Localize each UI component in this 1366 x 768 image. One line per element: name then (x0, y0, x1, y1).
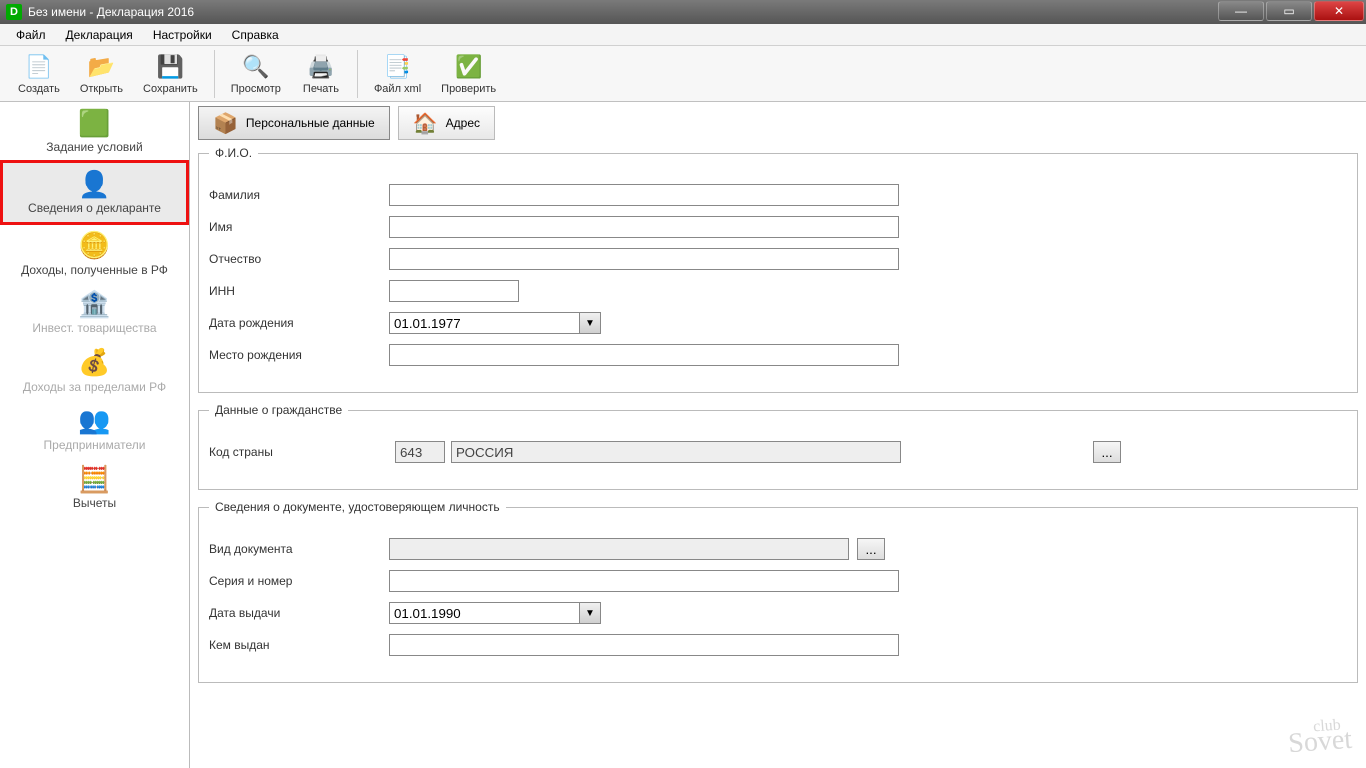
toolbar-preview[interactable]: 🔍Просмотр (221, 48, 291, 100)
window-buttons: — ▭ ✕ (1218, 0, 1366, 24)
toolbar-check[interactable]: ✅Проверить (431, 48, 506, 100)
fieldset-fio: Ф.И.О. Фамилия Имя Отчество ИНН Дата рож… (198, 146, 1358, 393)
label-doc-series: Серия и номер (209, 574, 389, 588)
maximize-button[interactable]: ▭ (1266, 1, 1312, 21)
toolbar-sep2 (357, 50, 358, 98)
input-doc-type (389, 538, 849, 560)
chevron-down-icon: ▼ (585, 318, 595, 329)
preview-icon: 🔍 (242, 53, 270, 81)
sidebar-item-income-abroad: 💰Доходы за пределами РФ (0, 342, 189, 400)
toolbar-sep (214, 50, 215, 98)
tab-personal[interactable]: 📦 Персональные данные (198, 106, 390, 140)
watermark-main: Sovet (1287, 724, 1353, 759)
label-patronymic: Отчество (209, 252, 389, 266)
minimize-button[interactable]: — (1218, 1, 1264, 21)
personal-icon: 📦 (213, 111, 238, 136)
toolbar-open[interactable]: 📂Открыть (70, 48, 133, 100)
sidebar-item-deductions[interactable]: 🧮Вычеты (0, 458, 189, 516)
coins-icon: 🪙 (77, 231, 113, 261)
check-icon: ✅ (455, 53, 483, 81)
input-birth-date[interactable] (389, 312, 579, 334)
input-country-name (451, 441, 901, 463)
close-button[interactable]: ✕ (1314, 1, 1364, 21)
abroad-icon: 💰 (77, 348, 113, 378)
input-birthplace[interactable] (389, 344, 899, 366)
workarea: 🟩Задание условий 👤Сведения о декларанте … (0, 102, 1366, 768)
input-name[interactable] (389, 216, 899, 238)
country-lookup-button[interactable]: ... (1093, 441, 1121, 463)
label-inn: ИНН (209, 284, 389, 298)
tab-personal-label: Персональные данные (246, 116, 375, 130)
print-icon: 🖨️ (307, 53, 335, 81)
conditions-icon: 🟩 (77, 108, 113, 138)
input-patronymic[interactable] (389, 248, 899, 270)
watermark: club Sovet (1287, 716, 1353, 760)
label-birthplace: Место рождения (209, 348, 389, 362)
save-icon: 💾 (156, 53, 184, 81)
sidebar: 🟩Задание условий 👤Сведения о декларанте … (0, 102, 190, 768)
toolbar-create[interactable]: 📄Создать (8, 48, 70, 100)
toolbar-print[interactable]: 🖨️Печать (291, 48, 351, 100)
label-birth: Дата рождения (209, 316, 389, 330)
xml-file-icon: 📑 (384, 53, 412, 81)
content-tabs: 📦 Персональные данные 🏠 Адрес (198, 106, 1358, 140)
label-country-code: Код страны (209, 445, 389, 459)
input-doc-issuer[interactable] (389, 634, 899, 656)
titlebar: D Без имени - Декларация 2016 — ▭ ✕ (0, 0, 1366, 24)
tab-address[interactable]: 🏠 Адрес (398, 106, 495, 140)
window-title: Без имени - Декларация 2016 (28, 5, 1218, 19)
sidebar-item-entrepreneurs: 👥Предприниматели (0, 400, 189, 458)
menu-file[interactable]: Файл (6, 26, 56, 44)
house-icon: 🏠 (413, 111, 438, 136)
doc-issue-date-dropdown[interactable]: ▼ (579, 602, 601, 624)
label-doc-type: Вид документа (209, 542, 389, 556)
app-icon: D (6, 4, 22, 20)
chevron-down-icon: ▼ (585, 608, 595, 619)
menubar: Файл Декларация Настройки Справка (0, 24, 1366, 46)
input-surname[interactable] (389, 184, 899, 206)
label-surname: Фамилия (209, 188, 389, 202)
label-doc-issue-date: Дата выдачи (209, 606, 389, 620)
sidebar-item-declarant[interactable]: 👤Сведения о декларанте (0, 160, 189, 224)
legend-fio: Ф.И.О. (209, 146, 258, 160)
legend-document: Сведения о документе, удостоверяющем лич… (209, 500, 506, 514)
fieldset-citizenship: Данные о гражданстве Код страны ... (198, 403, 1358, 490)
invest-icon: 🏦 (77, 289, 113, 319)
sidebar-item-conditions[interactable]: 🟩Задание условий (0, 102, 189, 160)
toolbar-xml[interactable]: 📑Файл xml (364, 48, 431, 100)
person-icon: 👤 (77, 169, 113, 199)
label-name: Имя (209, 220, 389, 234)
deductions-icon: 🧮 (77, 464, 113, 494)
input-doc-issue-date[interactable] (389, 602, 579, 624)
menu-declaration[interactable]: Декларация (56, 26, 143, 44)
tab-address-label: Адрес (446, 116, 480, 130)
fieldset-document: Сведения о документе, удостоверяющем лич… (198, 500, 1358, 683)
watermark-top: club (1313, 716, 1352, 737)
legend-citizenship: Данные о гражданстве (209, 403, 348, 417)
sidebar-item-income-rf[interactable]: 🪙Доходы, полученные в РФ (0, 225, 189, 283)
birth-date-dropdown[interactable]: ▼ (579, 312, 601, 334)
input-inn[interactable] (389, 280, 519, 302)
new-file-icon: 📄 (25, 53, 53, 81)
label-doc-issuer: Кем выдан (209, 638, 389, 652)
open-folder-icon: 📂 (87, 53, 115, 81)
input-doc-series[interactable] (389, 570, 899, 592)
menu-settings[interactable]: Настройки (143, 26, 222, 44)
entrepreneur-icon: 👥 (77, 406, 113, 436)
sidebar-item-invest: 🏦Инвест. товарищества (0, 283, 189, 341)
menu-help[interactable]: Справка (222, 26, 289, 44)
input-country-code (395, 441, 445, 463)
toolbar: 📄Создать 📂Открыть 💾Сохранить 🔍Просмотр 🖨… (0, 46, 1366, 102)
content: 📦 Персональные данные 🏠 Адрес Ф.И.О. Фамил… (190, 102, 1366, 768)
toolbar-save[interactable]: 💾Сохранить (133, 48, 208, 100)
doc-type-lookup-button[interactable]: ... (857, 538, 885, 560)
